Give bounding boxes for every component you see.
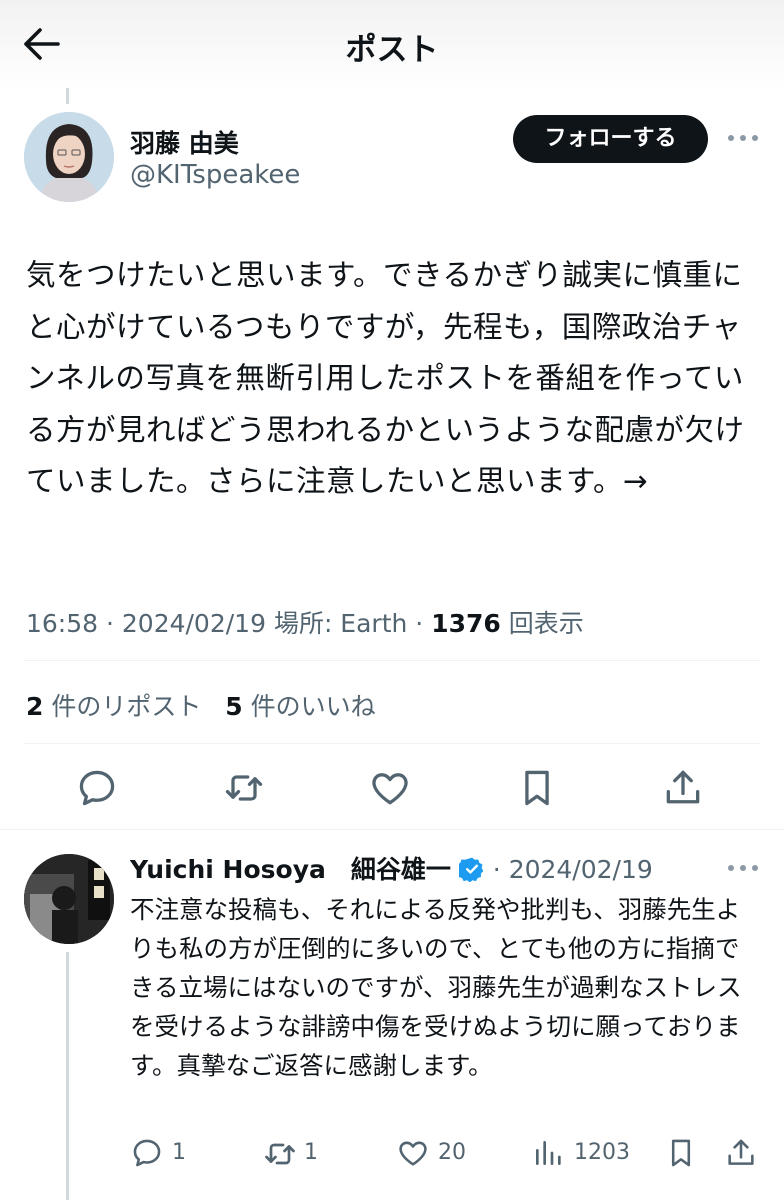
heart-icon [399,1141,427,1166]
reply-avatar-photo [24,854,114,944]
avatar[interactable] [24,112,114,202]
repost-button[interactable] [222,766,266,810]
reply-repost-button[interactable]: 1 [262,1134,332,1174]
reply-button[interactable] [75,766,119,810]
reply-views-count: 1203 [574,1140,630,1165]
heart-icon [372,773,408,805]
like-button[interactable] [368,766,412,810]
views-label: 回表示 [508,609,584,638]
post-text: 気をつけたいと思います。できるかぎり誠実に慎重にと心がけているつもりですが，先程… [26,258,745,498]
post-location: 場所: Earth [273,609,408,638]
reply-avatar[interactable] [24,854,114,944]
verified-badge-icon [458,857,484,882]
reply-bookmark-button[interactable] [664,1134,698,1174]
divider [24,660,760,661]
post-time[interactable]: 16:58 [26,609,98,638]
reposts-link[interactable]: 2 件のリポスト [26,692,201,721]
reply-share-button[interactable] [724,1134,758,1174]
reply-icon [133,1139,161,1167]
reply-icon [79,770,115,806]
divider [0,829,784,830]
divider [24,743,760,744]
post-date[interactable]: 2024/02/19 [122,609,266,638]
author-name[interactable]: 羽藤 由美 [130,124,239,160]
follow-button[interactable]: フォローする [513,115,708,163]
more-icon [728,135,758,141]
bookmark-button[interactable] [515,766,559,810]
share-icon [666,770,700,804]
reply-like-button[interactable]: 20 [396,1134,476,1174]
post-meta: 16:58 · 2024/02/19 場所: Earth · 1376 回表示 [26,609,584,638]
repost-icon [225,775,263,801]
reply-reply-button[interactable]: 1 [130,1134,200,1174]
more-options-button[interactable] [726,126,760,150]
reply-author-name[interactable]: Yuichi Hosoya 細谷雄一 [130,855,451,884]
author-handle[interactable]: @KITspeakee [130,160,300,190]
repost-icon [265,1143,295,1165]
more-icon [728,865,758,871]
analytics-icon [536,1141,561,1165]
reply-date[interactable]: 2024/02/19 [509,855,653,884]
reply-replies-count: 1 [172,1140,186,1165]
reply-likes-count: 20 [438,1140,466,1165]
likes-link[interactable]: 5 件のいいね [225,692,375,721]
reply-reposts-count: 1 [304,1140,318,1165]
reply-text: 不注意な投稿も、それによる反発や批判も、羽藤先生よりも私の方が圧倒的に多いので、… [130,895,742,1080]
reposts-label: 件のリポスト [51,692,202,721]
reply-views-button[interactable]: 1203 [532,1134,632,1174]
bookmark-icon [525,770,549,806]
thread-line-bottom [66,952,69,1200]
share-icon [728,1139,754,1165]
bookmark-icon [671,1139,691,1167]
post-stats: 2 件のリポスト 5 件のいいね [26,687,376,723]
likes-label: 件のいいね [250,692,376,721]
views-count: 1376 [431,609,501,638]
share-button[interactable] [661,766,705,810]
thread-line-top [66,88,69,104]
reply-more-button[interactable] [726,856,760,880]
reply-header: Yuichi Hosoya 細谷雄一 · 2024/02/19 [130,855,653,884]
page-title: ポスト [345,32,439,68]
avatar-photo [24,112,114,202]
reposts-count: 2 [26,692,44,721]
likes-count: 5 [225,692,243,721]
